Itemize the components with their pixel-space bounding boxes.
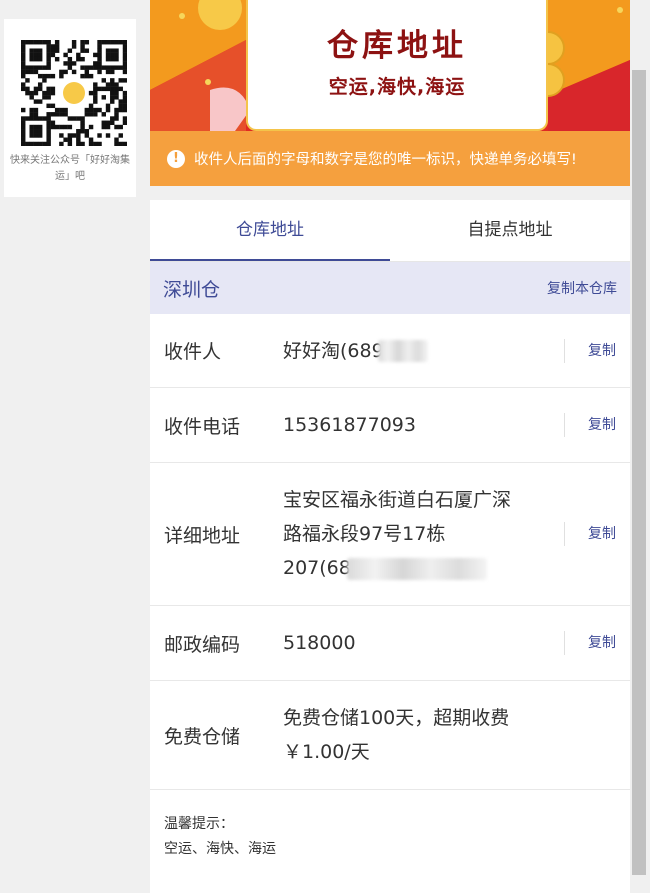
- banner-card: 仓库地址 空运,海快,海运: [246, 0, 548, 131]
- phone-row: 收件电话 15361877093 复制: [150, 388, 630, 463]
- address-row: 详细地址 宝安区福永街道白石厦广深 路福永段97号17栋 207(68 复制: [150, 463, 630, 606]
- postcode-value: 518000: [283, 632, 356, 654]
- copy-warehouse-button[interactable]: 复制本仓库: [547, 278, 617, 298]
- postcode-row: 邮政编码 518000 复制: [150, 606, 630, 681]
- storage-label: 免费仓储: [164, 725, 241, 748]
- phone-label: 收件电话: [164, 415, 241, 438]
- recipient-label: 收件人: [164, 341, 222, 363]
- redaction-blur: [377, 340, 428, 362]
- address-line-3-wrap: 207(68: [283, 551, 573, 585]
- divider: [150, 186, 630, 200]
- address-line-2: 路福永段97号17栋: [283, 523, 446, 545]
- copy-postcode-button[interactable]: 复制: [564, 631, 630, 655]
- warehouse-name: 深圳仓: [163, 278, 221, 301]
- address-line-1: 宝安区福永街道白石厦广深: [283, 489, 512, 511]
- banner-title: 仓库地址: [327, 28, 467, 64]
- tab-bar: 仓库地址 自提点地址: [150, 200, 630, 262]
- qr-code-image: [21, 40, 128, 147]
- scrollbar-thumb[interactable]: [632, 70, 646, 875]
- storage-value: 免费仓储100天，超期收费 ￥1.00/天: [283, 701, 573, 769]
- tips-text: 空运、海快、海运: [164, 841, 276, 857]
- notice-bar: ! 收件人后面的字母和数字是您的唯一标识，快递单务必填写!: [150, 131, 630, 186]
- recipient-text: 好好淘(689: [283, 339, 384, 362]
- warehouse-header: 深圳仓 复制本仓库: [150, 262, 630, 314]
- redaction-blur: [346, 557, 487, 580]
- storage-line-1: 免费仓储100天，超期收费: [283, 707, 510, 729]
- postcode-label: 邮政编码: [164, 633, 241, 656]
- storage-row: 免费仓储 免费仓储100天，超期收费 ￥1.00/天: [150, 681, 630, 790]
- address-label: 详细地址: [164, 524, 241, 547]
- main-panel: 仓库地址 空运,海快,海运 ! 收件人后面的字母和数字是您的唯一标识，快递单务必…: [150, 0, 630, 893]
- notice-text: 收件人后面的字母和数字是您的唯一标识，快递单务必填写!: [194, 152, 577, 168]
- copy-address-button[interactable]: 复制: [564, 522, 630, 546]
- address-value: 宝安区福永街道白石厦广深 路福永段97号17栋 207(68: [283, 483, 573, 585]
- banner-subtitle: 空运,海快,海运: [328, 76, 466, 98]
- address-line-3: 207(68: [283, 557, 351, 579]
- tips: 温馨提示： 空运、海快、海运: [164, 812, 276, 862]
- tab-pickup-address[interactable]: 自提点地址: [390, 200, 630, 261]
- qr-caption: 快来关注公众号「好好淘集运」吧: [10, 155, 130, 182]
- tab-warehouse-address[interactable]: 仓库地址: [150, 200, 390, 261]
- recipient-value: 好好淘(689: [283, 334, 573, 368]
- phone-value: 15361877093: [283, 414, 416, 436]
- banner: 仓库地址 空运,海快,海运: [150, 0, 630, 131]
- recipient-row: 收件人 好好淘(689 复制: [150, 314, 630, 388]
- storage-line-2: ￥1.00/天: [283, 741, 370, 763]
- qr-code-card: 快来关注公众号「好好淘集运」吧: [4, 19, 136, 197]
- copy-recipient-button[interactable]: 复制: [564, 338, 630, 363]
- tips-title: 温馨提示：: [164, 816, 234, 832]
- copy-phone-button[interactable]: 复制: [564, 413, 630, 437]
- exclamation-icon: !: [167, 149, 185, 168]
